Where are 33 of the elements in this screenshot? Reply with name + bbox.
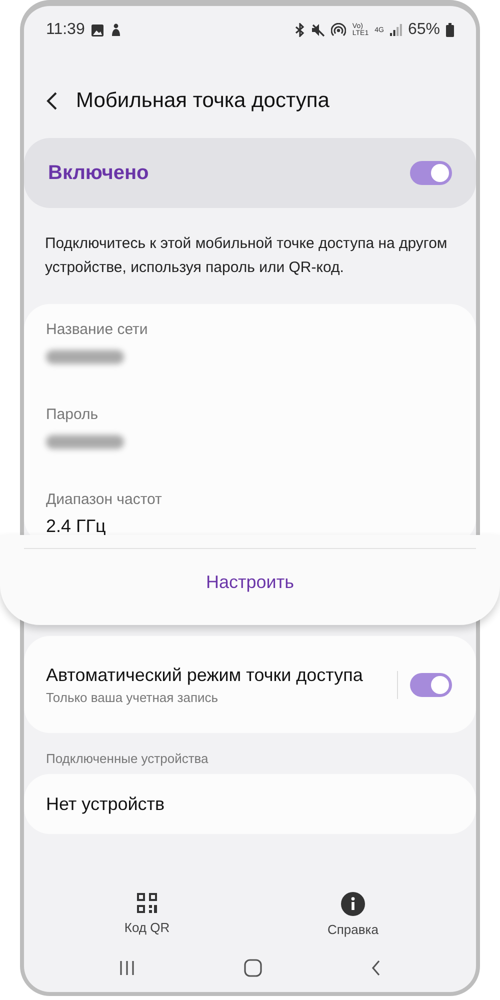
setting-title: Автоматический режим точки доступа (46, 664, 364, 687)
configure-button[interactable]: Настроить (198, 570, 302, 595)
field-label: Название сети (46, 321, 149, 338)
toggle-switch[interactable] (410, 161, 452, 185)
field-label: Пароль (46, 406, 100, 423)
notification-icon (110, 23, 122, 37)
toggle-switch[interactable] (410, 672, 452, 696)
signal-icon (390, 24, 402, 36)
qr-code-icon (136, 892, 158, 914)
back-icon[interactable] (46, 91, 58, 111)
auto-hotspot-card[interactable]: Автоматический режим точки доступа Только ваша учетная запись (24, 636, 476, 733)
image-icon (90, 24, 104, 36)
info-icon (341, 892, 365, 916)
mute-icon (311, 23, 326, 37)
status-time: 11:39 (46, 21, 85, 39)
page-title: Мобильная точка доступа (76, 89, 330, 113)
battery-percent: 65% (408, 21, 440, 39)
switch-label: Включено (48, 162, 149, 184)
bluetooth-icon (295, 23, 306, 37)
qr-code-button[interactable]: Код QR (87, 892, 207, 937)
description-text: Подключитесь к этой мобильной точке доступа на другом устройстве, используя пароль или QR-код. (44, 234, 448, 278)
back-icon[interactable] (371, 960, 382, 976)
field-label: Диапазон частот (46, 491, 163, 508)
setting-subtitle: Только ваша учетная запись (46, 690, 220, 705)
help-button[interactable]: Справка (293, 892, 413, 937)
master-switch-row[interactable]: Включено (24, 138, 476, 208)
recent-apps-icon[interactable] (118, 960, 135, 976)
home-icon[interactable] (244, 959, 262, 977)
battery-icon (446, 23, 454, 37)
field-value: 2.4 ГГц (46, 516, 107, 537)
hotspot-icon (331, 23, 346, 37)
section-heading: Подключенные устройства (45, 750, 210, 766)
empty-devices-text: Нет устройств (46, 794, 165, 814)
